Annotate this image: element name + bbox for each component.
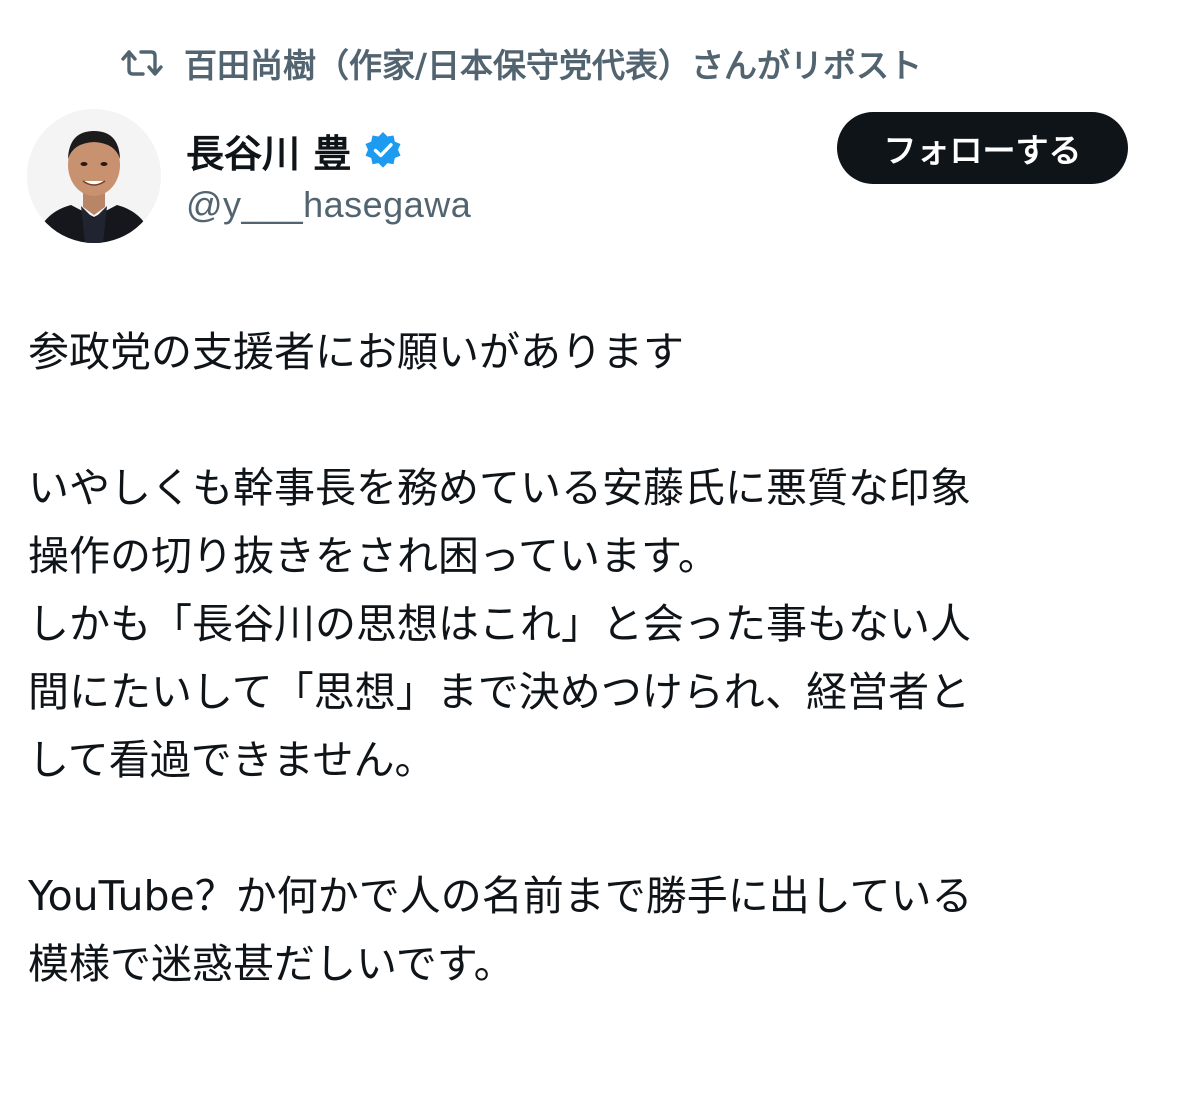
avatar[interactable]	[27, 109, 161, 243]
repost-text[interactable]: 百田尚樹（作家/日本保守党代表）さんがリポスト	[184, 39, 922, 87]
tweet-paragraph: 参政党の支援者にお願いがあります	[28, 318, 1153, 386]
tweet-line: いやしくも幹事長を務めている安藤氏に悪質な印象	[28, 464, 971, 512]
tweet-line: しかも「長谷川の思想はこれ」と会った事もない人	[28, 600, 971, 648]
follow-button[interactable]: フォローする	[837, 112, 1128, 184]
author-info[interactable]: 長谷川 豊 @y___hasegawa	[186, 122, 471, 226]
tweet-line: して看過できません。	[28, 736, 436, 784]
tweet-paragraph: YouTube？か何かで人の名前まで勝手に出している 模様で迷惑甚だしいです。	[28, 862, 1153, 998]
tweet-line: 操作の切り抜きをされ困っています。	[28, 532, 719, 580]
verified-badge-icon[interactable]	[363, 130, 403, 170]
tweet-line: 模様で迷惑甚だしいです。	[28, 940, 515, 988]
repost-icon	[120, 46, 164, 80]
author-handle[interactable]: @y___hasegawa	[186, 184, 471, 226]
tweet-paragraph: いやしくも幹事長を務めている安藤氏に悪質な印象 操作の切り抜きをされ困っています…	[28, 454, 1153, 794]
tweet-line: 間にたいして「思想」まで決めつけられ、経営者と	[28, 668, 971, 716]
repost-indicator[interactable]: 百田尚樹（作家/日本保守党代表）さんがリポスト	[120, 38, 922, 88]
tweet-text: 参政党の支援者にお願いがあります いやしくも幹事長を務めている安藤氏に悪質な印象…	[28, 318, 1153, 998]
author-display-name[interactable]: 長谷川 豊	[186, 123, 351, 178]
tweet-line: 参政党の支援者にお願いがあります	[28, 328, 684, 376]
tweet-line: YouTube？か何かで人の名前まで勝手に出している	[28, 872, 973, 920]
